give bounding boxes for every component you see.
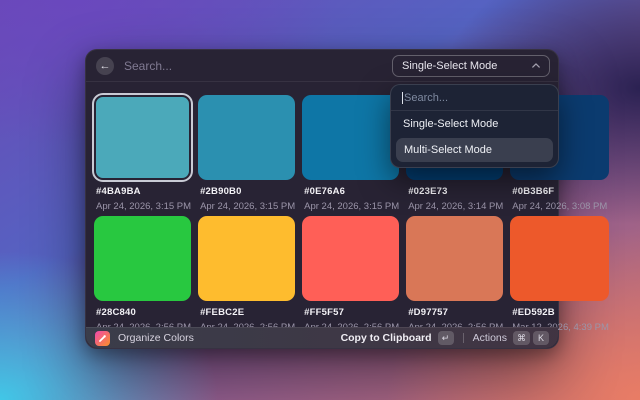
chevron-up-icon [532, 63, 540, 68]
app-icon [95, 331, 110, 346]
mode-select-label: Single-Select Mode [402, 60, 497, 72]
color-cell: #4BA9BA Apr 24, 2026, 3:15 PM [94, 95, 191, 212]
copy-to-clipboard-button[interactable]: Copy to Clipboard [341, 332, 432, 344]
search-input[interactable]: Search... [124, 59, 392, 73]
mode-dropdown-panel: Search... Single-Select Mode Multi-Selec… [390, 84, 559, 168]
color-cell: #28C840 Apr 24, 2026, 2:56 PM [94, 216, 191, 333]
dropdown-search-input[interactable]: Search... [391, 85, 558, 111]
color-cell: #ED592B Mar 12, 2026, 4:39 PM [510, 216, 609, 333]
color-swatch[interactable] [406, 216, 503, 301]
top-bar: ← Search... Single-Select Mode [86, 50, 558, 82]
color-swatch[interactable] [510, 216, 609, 301]
pen-icon [98, 334, 107, 343]
dropdown-item[interactable]: Single-Select Mode [391, 111, 558, 136]
color-cell: #D97757 Apr 24, 2026, 2:56 PM [406, 216, 503, 333]
color-swatch[interactable] [198, 95, 295, 180]
color-hex-label: #0E76A6 [304, 186, 399, 197]
color-swatch[interactable] [302, 216, 399, 301]
color-swatch[interactable] [302, 95, 399, 180]
color-hex-label: #4BA9BA [96, 186, 191, 197]
color-swatch[interactable] [94, 216, 191, 301]
color-cell: #FF5F57 Apr 24, 2026, 2:56 PM [302, 216, 399, 333]
color-hex-label: #FF5F57 [304, 307, 399, 318]
actions-button[interactable]: Actions [473, 332, 507, 344]
color-date-label: Apr 24, 2026, 3:15 PM [200, 201, 295, 212]
color-date-label: Apr 24, 2026, 3:14 PM [408, 201, 503, 212]
color-cell: #FEBC2E Apr 24, 2026, 2:56 PM [198, 216, 295, 333]
organize-colors-window: ← Search... Single-Select Mode #4BA9BA A… [85, 49, 559, 349]
color-date-label: Apr 24, 2026, 3:15 PM [96, 201, 191, 212]
app-name: Organize Colors [118, 332, 194, 344]
footer-divider [463, 333, 464, 343]
color-swatch[interactable] [94, 95, 191, 180]
footer-bar: Organize Colors Copy to Clipboard ↵ Acti… [86, 327, 558, 348]
color-hex-label: #023E73 [408, 186, 503, 197]
color-hex-label: #0B3B6F [512, 186, 609, 197]
color-cell: #2B90B0 Apr 24, 2026, 3:15 PM [198, 95, 295, 212]
color-date-label: Apr 24, 2026, 3:15 PM [304, 201, 399, 212]
enter-key-badge: ↵ [438, 331, 454, 345]
color-hex-label: #FEBC2E [200, 307, 295, 318]
color-hex-label: #2B90B0 [200, 186, 295, 197]
dropdown-search-placeholder: Search... [404, 92, 448, 104]
color-cell: #0E76A6 Apr 24, 2026, 3:15 PM [302, 95, 399, 212]
arrow-left-icon: ← [100, 60, 111, 72]
color-hex-label: #D97757 [408, 307, 503, 318]
color-date-label: Apr 24, 2026, 3:08 PM [512, 201, 609, 212]
color-hex-label: #28C840 [96, 307, 191, 318]
color-swatch[interactable] [198, 216, 295, 301]
text-cursor [402, 92, 403, 104]
cmd-key-badge: ⌘ [513, 331, 530, 345]
mode-select-button[interactable]: Single-Select Mode [392, 55, 550, 77]
dropdown-item[interactable]: Multi-Select Mode [396, 138, 553, 162]
color-hex-label: #ED592B [512, 307, 609, 318]
k-key-badge: K [533, 331, 549, 345]
back-button[interactable]: ← [96, 57, 114, 75]
